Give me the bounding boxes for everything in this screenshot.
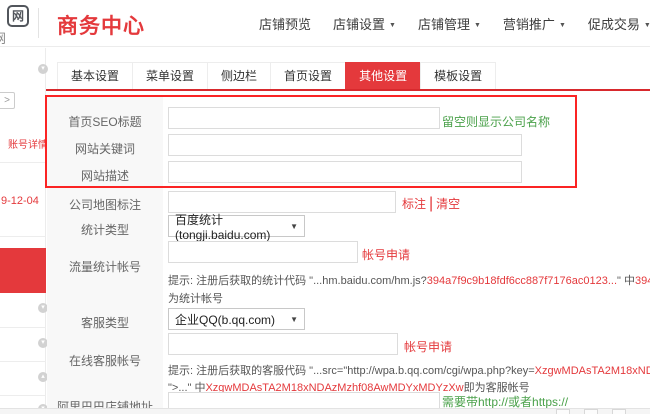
keywords-input[interactable]: [168, 134, 522, 156]
stat-account-hint-line2: 为统计帐号: [168, 290, 223, 306]
service-type-value: 企业QQ(b.qq.com): [175, 311, 275, 328]
service-account-apply-link[interactable]: 帐号申请: [404, 338, 452, 355]
dropdown-caret-icon: ▼: [290, 222, 298, 231]
chevron-down-icon: ▼: [389, 22, 396, 29]
keywords-label: 网站关键词: [47, 140, 163, 157]
bottom-strip: [0, 408, 650, 414]
map-label: 公司地图标注: [47, 196, 163, 213]
divider: [0, 327, 46, 328]
nav-label: 店铺管理: [418, 17, 470, 32]
ghost-icon: [556, 409, 570, 414]
logo-fragment: 网: [0, 28, 6, 47]
nav-label: 店铺预览: [259, 17, 311, 32]
seo-title-hint: 留空则显示公司名称: [442, 113, 550, 130]
ghost-icon: [584, 409, 598, 414]
stat-type-select[interactable]: 百度统计(tongji.baidu.com) ▼: [168, 215, 305, 237]
stat-account-label: 流量统计帐号: [47, 258, 163, 275]
seo-title-input[interactable]: [168, 107, 440, 129]
nav-label: 营销推广: [503, 17, 555, 32]
map-mark-link[interactable]: 标注: [402, 197, 426, 211]
nav-marketing[interactable]: 营销推广 ▼: [492, 14, 577, 33]
map-links: 标注|清空: [402, 195, 460, 213]
link-separator: |: [429, 195, 433, 212]
tab-menu-settings[interactable]: 菜单设置: [132, 62, 208, 89]
chevron-toggle-icon[interactable]: ▾: [38, 64, 48, 74]
description-input[interactable]: [168, 161, 522, 183]
page-title: 商务中心: [57, 10, 145, 40]
service-account-label: 在线客服帐号: [47, 352, 163, 369]
service-type-label: 客服类型: [47, 314, 163, 331]
nav-store-settings[interactable]: 店铺设置 ▼: [322, 14, 407, 33]
settings-tabs: 基本设置 菜单设置 侧边栏 首页设置 其他设置 模板设置: [58, 62, 496, 89]
divider: [0, 162, 46, 163]
stat-account-input[interactable]: [168, 241, 358, 263]
chevron-down-icon: ▼: [559, 22, 566, 29]
seo-title-label: 首页SEO标题: [47, 113, 163, 130]
nav-deals[interactable]: 促成交易 ▼: [577, 14, 650, 33]
stat-account-apply-link[interactable]: 帐号申请: [362, 246, 410, 263]
chevron-down-icon: ▼: [644, 22, 650, 29]
dropdown-caret-icon: ▼: [290, 315, 298, 324]
service-account-hint-line1: 提示: 注册后获取的客服代码 "...src="http://wpa.b.qq.…: [168, 362, 650, 378]
nav-label: 店铺设置: [333, 17, 385, 32]
ghost-icon: [612, 409, 626, 414]
hint-code: XzgwMDAsTA2M18xNDAzMzhf08AwMDYxMDYzXw: [535, 365, 650, 377]
nav-store-manage[interactable]: 店铺管理 ▼: [407, 14, 492, 33]
hint-text: 提示: 注册后获取的客服代码 "...src="http://wpa.b.qq.…: [168, 365, 535, 377]
hint-code: 394a7f9c9b18fdf6cc887f7176ac0123...: [427, 275, 617, 287]
stat-type-label: 统计类型: [47, 221, 163, 238]
main-nav: 店铺预览 店铺设置▼ 店铺管理▼ 营销推广▼ 促成交易▼ 帮助: [248, 0, 650, 47]
hint-code: 394a7f9c9b18fdf6cc887f7176ac0123: [635, 275, 650, 287]
tab-other-settings[interactable]: 其他设置: [345, 62, 421, 89]
hint-text: 提示: 注册后获取的统计代码 "...hm.baidu.com/hm.js?: [168, 275, 427, 287]
sidebar-active-item[interactable]: [0, 248, 46, 293]
tab-homepage-settings[interactable]: 首页设置: [270, 62, 346, 89]
date-text: 9-12-04: [1, 195, 39, 207]
map-clear-link[interactable]: 清空: [436, 197, 460, 211]
logo-icon[interactable]: 网: [7, 5, 29, 27]
service-account-input[interactable]: [168, 333, 398, 355]
service-type-select[interactable]: 企业QQ(b.qq.com) ▼: [168, 308, 305, 330]
stat-type-value: 百度统计(tongji.baidu.com): [175, 211, 290, 242]
tab-template-settings[interactable]: 模板设置: [420, 62, 496, 89]
divider: [0, 236, 46, 237]
account-detail-link[interactable]: 账号详情: [8, 136, 48, 151]
nav-store-preview[interactable]: 店铺预览: [248, 14, 322, 33]
hint-text: " 中: [617, 275, 635, 287]
divider: [0, 361, 46, 362]
chevron-down-icon: ▼: [474, 22, 481, 29]
header-divider: [38, 8, 39, 38]
tabbar-underline: [46, 89, 650, 91]
stat-account-hint-line1: 提示: 注册后获取的统计代码 "...hm.baidu.com/hm.js?39…: [168, 272, 650, 288]
divider: [0, 395, 46, 396]
sidebar-input[interactable]: >: [0, 92, 15, 109]
tab-basic-settings[interactable]: 基本设置: [57, 62, 133, 89]
tab-sidebar[interactable]: 侧边栏: [207, 62, 271, 89]
description-label: 网站描述: [47, 167, 163, 184]
nav-label: 促成交易: [588, 17, 640, 32]
screen: 网 网 商务中心 店铺预览 店铺设置▼ 店铺管理▼ 营销推广▼ 促成交易▼ 帮助…: [0, 0, 650, 414]
